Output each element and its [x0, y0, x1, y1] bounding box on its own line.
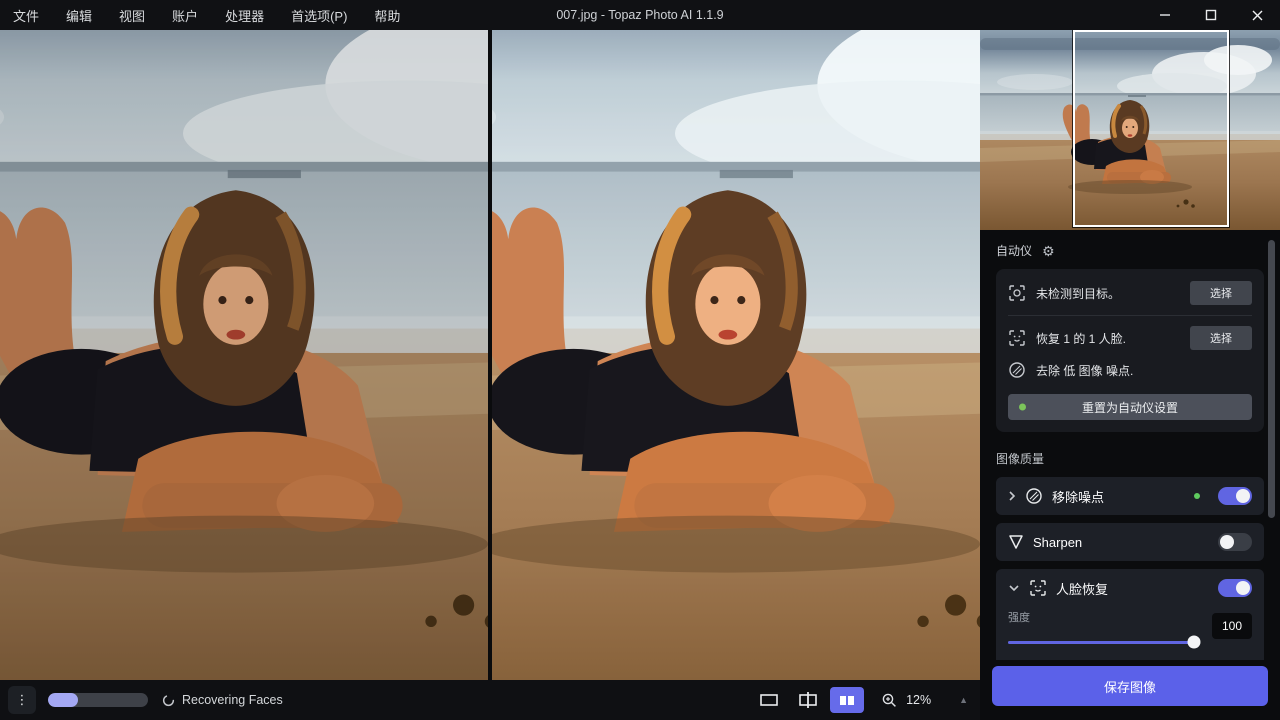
spinner-icon: [162, 694, 175, 707]
kebab-icon: ⋮: [16, 692, 29, 708]
navigator-viewport-box[interactable]: [1073, 30, 1229, 227]
sharpen-card: Sharpen: [996, 523, 1264, 561]
zoom-dropdown-caret-icon[interactable]: ▲: [959, 695, 968, 705]
divider: [1008, 315, 1252, 316]
statusbar: ⋮ Recovering Faces: [0, 680, 980, 720]
zoom-magnifier-icon: [882, 693, 897, 708]
autopilot-title: 自动仪: [996, 242, 1032, 259]
autopilot-faces-row: 恢复 1 的 1 人脸. 选择: [1008, 326, 1252, 350]
maximize-icon: [1205, 9, 1217, 21]
autopilot-card: 未检测到目标。 选择 恢复 1 的 1 人脸. 选择: [996, 269, 1264, 432]
strength-value-box[interactable]: 100: [1212, 613, 1252, 639]
face-crop-icon: [1029, 579, 1047, 597]
comparison-viewer: [0, 30, 980, 680]
zoom-control[interactable]: 12% ▲: [882, 693, 968, 708]
select-faces-button[interactable]: 选择: [1190, 326, 1252, 350]
menubar: 文件 编辑 视图 账户 处理器 首选项(P) 帮助: [0, 6, 400, 25]
app-window: 007.jpg - Topaz Photo AI 1.1.9 文件 编辑 视图 …: [0, 0, 1280, 720]
menu-view[interactable]: 视图: [119, 6, 145, 25]
remove-noise-text: 去除 低 图像 噪点.: [1036, 362, 1133, 379]
face-crop-icon: [1008, 329, 1026, 347]
overflow-menu-button[interactable]: ⋮: [8, 686, 36, 714]
target-crop-icon: [1008, 284, 1026, 302]
select-target-button[interactable]: 选择: [1190, 281, 1252, 305]
single-view-button[interactable]: [752, 687, 786, 713]
navigator-thumbnail[interactable]: [980, 30, 1280, 230]
close-icon: [1251, 9, 1264, 22]
no-target-text: 未检测到目标。: [1036, 285, 1120, 302]
image-quality-header: 图像质量: [996, 450, 1264, 467]
green-status-dot: [1019, 404, 1026, 411]
panel-scrollbar[interactable]: [1268, 240, 1275, 518]
autopilot-noise-row: 去除 低 图像 噪点.: [1008, 358, 1252, 382]
progress-fill: [48, 693, 78, 707]
face-recovery-label: 人脸恢复: [1056, 579, 1108, 598]
menu-processor[interactable]: 处理器: [225, 6, 264, 25]
beach-photo: [0, 30, 488, 680]
maximize-button[interactable]: [1188, 0, 1234, 30]
face-recovery-card: 人脸恢复 强度: [996, 569, 1264, 660]
strength-slider-knob[interactable]: [1188, 636, 1201, 649]
denoise-card: 移除噪点: [996, 477, 1264, 515]
minimize-button[interactable]: [1142, 0, 1188, 30]
reset-autopilot-button[interactable]: 重置为自动仪设置: [1008, 394, 1252, 420]
titlebar: 007.jpg - Topaz Photo AI 1.1.9 文件 编辑 视图 …: [0, 0, 1280, 30]
strength-slider[interactable]: [1008, 635, 1200, 649]
chevron-right-icon[interactable]: [1008, 490, 1016, 502]
menu-preferences[interactable]: 首选项(P): [291, 6, 347, 25]
face-recovery-toggle[interactable]: [1218, 579, 1252, 597]
menu-help[interactable]: 帮助: [374, 6, 400, 25]
window-controls: [1142, 0, 1280, 30]
before-image-pane[interactable]: [0, 30, 488, 680]
sharpen-icon: [1008, 534, 1024, 550]
minimize-icon: [1159, 9, 1171, 21]
save-area: 保存图像: [980, 660, 1280, 720]
reset-autopilot-label: 重置为自动仪设置: [1082, 401, 1178, 415]
strength-slider-fill: [1008, 641, 1194, 644]
strength-label: 强度: [1008, 609, 1200, 625]
after-image-pane[interactable]: [492, 30, 980, 680]
split-view-icon: [799, 692, 817, 708]
side-by-side-view-button[interactable]: [830, 687, 864, 713]
split-view-button[interactable]: [791, 687, 825, 713]
denoise-toggle[interactable]: [1218, 487, 1252, 505]
chevron-down-icon[interactable]: [1008, 584, 1020, 592]
zoom-percentage[interactable]: 12%: [906, 693, 934, 707]
side-by-side-view-icon: [839, 695, 855, 706]
sharpen-label: Sharpen: [1033, 535, 1082, 550]
menu-account[interactable]: 账户: [172, 6, 198, 25]
denoise-label: 移除噪点: [1052, 487, 1104, 506]
sharpen-toggle[interactable]: [1218, 533, 1252, 551]
close-button[interactable]: [1234, 0, 1280, 30]
noise-icon: [1008, 361, 1026, 379]
beach-photo: [492, 30, 980, 680]
settings-scroll-area: 自动仪 ⚙ 未检测到目标。 选择: [980, 230, 1280, 660]
view-mode-buttons: [752, 687, 864, 713]
progress-bar: [48, 693, 148, 707]
single-view-icon: [760, 694, 778, 706]
autopilot-target-row: 未检测到目标。 选择: [1008, 281, 1252, 305]
menu-file[interactable]: 文件: [13, 6, 39, 25]
save-image-button[interactable]: 保存图像: [992, 666, 1268, 706]
noise-icon: [1025, 487, 1043, 505]
right-panel: 自动仪 ⚙ 未检测到目标。 选择: [980, 30, 1280, 720]
menu-edit[interactable]: 编辑: [66, 6, 92, 25]
denoise-active-dot: [1194, 493, 1200, 499]
status-text: Recovering Faces: [182, 693, 283, 707]
gear-icon[interactable]: ⚙: [1042, 244, 1055, 258]
faces-detected-text: 恢复 1 的 1 人脸.: [1036, 330, 1126, 347]
